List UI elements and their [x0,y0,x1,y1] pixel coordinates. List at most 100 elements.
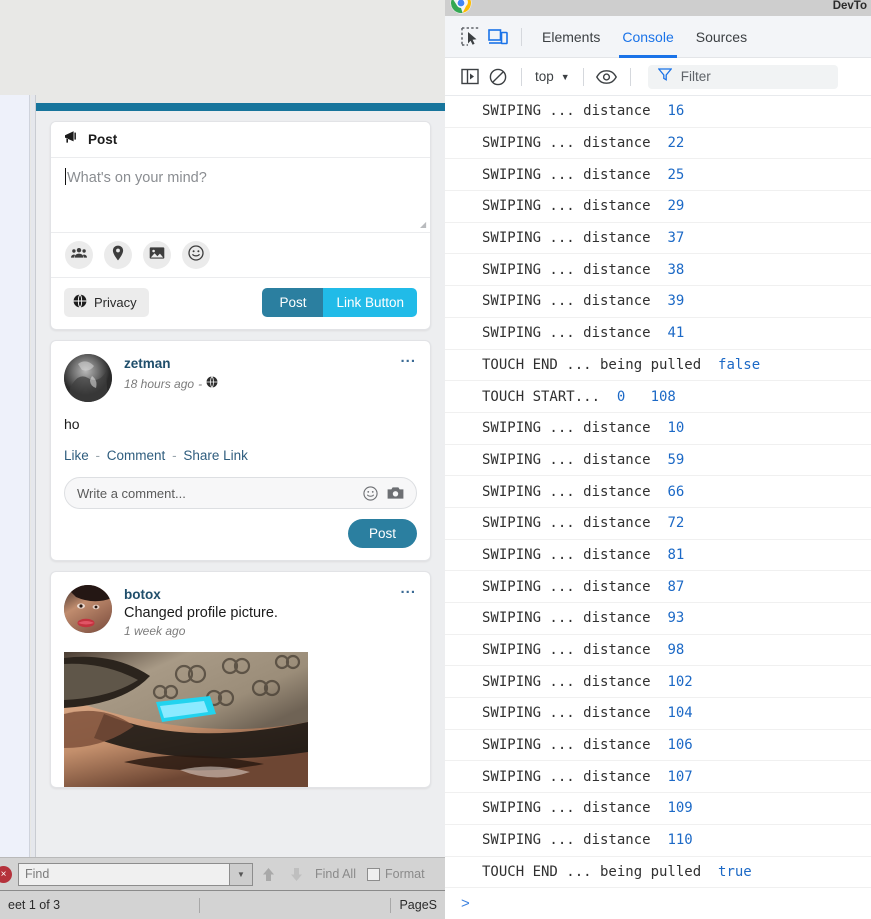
console-log-message: SWIPING ... distance [482,610,668,627]
console-log-row[interactable]: SWIPING ... distance 38 [445,254,871,287]
console-log-row[interactable]: SWIPING ... distance 104 [445,698,871,730]
emoji-icon[interactable] [363,485,378,501]
devtools-tabstrip: Elements Console Sources [445,16,871,58]
post-header: zetman 18 hours ago - ... [51,341,430,402]
comment-link[interactable]: Comment [107,448,166,463]
console-log-row[interactable]: SWIPING ... distance 87 [445,571,871,603]
avatar[interactable] [64,585,112,633]
textarea-resize-handle[interactable]: ◢ [420,221,426,229]
filter-input[interactable]: Filter [647,64,838,89]
console-log-row[interactable]: SWIPING ... distance 41 [445,318,871,350]
post-author-link[interactable]: zetman [124,356,171,371]
find-placeholder: Find [25,867,50,881]
console-log-row[interactable]: SWIPING ... distance 81 [445,540,871,572]
console-log-row[interactable]: SWIPING ... distance 29 [445,191,871,223]
avatar[interactable] [64,354,112,402]
comment-post-button[interactable]: Post [347,519,417,548]
tab-console[interactable]: Console [611,16,684,58]
console-log-row[interactable]: SWIPING ... distance 93 [445,603,871,635]
console-log-value: 37 [667,230,685,247]
find-input[interactable]: Find [18,862,230,886]
composer-textarea[interactable]: What's on your mind? ◢ [51,158,430,232]
emoji-icon-button[interactable] [182,241,210,269]
console-log-value: false [718,356,761,373]
console-log-value: 25 [667,166,685,183]
inspect-element-icon[interactable] [456,23,484,51]
console-log-value: 38 [667,261,685,278]
post-time: 1 week ago [124,624,186,638]
console-log-row[interactable]: SWIPING ... distance 25 [445,159,871,192]
arrow-up-icon[interactable] [255,862,281,887]
console-log-row[interactable]: TOUCH END ... being pulled true [445,857,871,889]
console-log-row[interactable]: SWIPING ... distance 106 [445,730,871,762]
device-toolbar-icon[interactable] [484,23,512,51]
console-log-row[interactable]: SWIPING ... distance 22 [445,128,871,160]
console-log-row[interactable]: SWIPING ... distance 16 [445,96,871,128]
share-link[interactable]: Share Link [183,448,248,463]
text-caret [65,168,66,185]
console-log-row[interactable]: SWIPING ... distance 98 [445,635,871,667]
composer-title: Post [88,132,118,147]
console-log-row[interactable]: SWIPING ... distance 59 [445,445,871,477]
devtools-titlebar[interactable]: DevTo [445,0,871,16]
find-all-button[interactable]: Find All [315,867,356,881]
privacy-button[interactable]: Privacy [64,288,149,317]
console-log-message: SWIPING ... distance [482,166,668,183]
image-icon-button[interactable] [143,241,171,269]
post-menu-button[interactable]: ... [400,581,416,596]
console-log-message: SWIPING ... distance [482,198,668,215]
console-log-row[interactable]: SWIPING ... distance 102 [445,666,871,699]
console-log-value: true [718,863,752,880]
post-author-link[interactable]: botox [124,587,161,602]
console-log-row[interactable]: SWIPING ... distance 66 [445,476,871,508]
execution-context-label: top [535,69,554,84]
post-time-separator: - [198,376,203,391]
composer-footer: Privacy Post Link Button [51,278,430,329]
console-log-value: 106 [667,737,693,754]
post-card: botox Changed profile picture. 1 week ag… [50,571,431,788]
console-log-row[interactable]: SWIPING ... distance 110 [445,825,871,857]
execution-context-dropdown[interactable]: top ▼ [531,69,574,84]
console-log-list[interactable]: SWIPING ... distance 16 SWIPING ... dista… [445,96,871,919]
console-log-row[interactable]: SWIPING ... distance 39 [445,286,871,318]
arrow-down-icon[interactable] [283,862,309,887]
location-pin-icon-button[interactable] [104,241,132,269]
link-button[interactable]: Link Button [323,288,417,317]
composer-placeholder: What's on your mind? [67,170,207,186]
globe-icon [73,294,87,311]
post-card: zetman 18 hours ago - ... ho Like - Comm… [50,340,431,561]
console-sidebar-icon[interactable] [456,63,484,91]
console-log-row[interactable]: SWIPING ... distance 37 [445,223,871,255]
console-log-message: SWIPING ... distance [482,705,668,722]
people-icon-button[interactable] [65,241,93,269]
filter-icon [657,67,673,86]
live-expression-eye-icon[interactable] [593,63,621,91]
post-meta: botox Changed profile picture. 1 week ag… [124,585,278,638]
console-log-message: SWIPING ... distance [482,325,668,342]
post-menu-button[interactable]: ... [400,350,416,365]
console-log-message: SWIPING ... distance [482,515,668,532]
post-button[interactable]: Post [262,288,324,317]
console-log-message: SWIPING ... distance [482,261,668,278]
format-checkbox[interactable] [367,867,380,881]
camera-icon[interactable] [387,486,404,500]
feed-scroll-area[interactable]: Post What's on your mind? ◢ Privacy Post… [36,111,445,865]
clear-console-icon[interactable] [484,63,512,91]
close-icon[interactable]: × [0,865,12,883]
console-log-row[interactable]: SWIPING ... distance 109 [445,793,871,825]
console-log-message: SWIPING ... distance [482,293,668,310]
tab-sources[interactable]: Sources [685,16,758,58]
console-log-message: TOUCH START... [482,388,617,405]
console-log-row[interactable]: SWIPING ... distance 10 [445,413,871,445]
console-log-message: SWIPING ... distance [482,642,668,659]
tab-elements[interactable]: Elements [531,16,611,58]
like-link[interactable]: Like [64,448,89,463]
chevron-down-icon[interactable]: ▼ [230,862,253,886]
console-log-row[interactable]: SWIPING ... distance 72 [445,508,871,540]
console-log-row[interactable]: TOUCH END ... being pulled false [445,350,871,382]
comment-input[interactable]: Write a comment... [64,477,417,509]
console-log-row[interactable]: SWIPING ... distance 107 [445,761,871,794]
console-prompt[interactable]: > [445,888,871,918]
post-photo[interactable] [64,652,308,787]
console-log-row[interactable]: TOUCH START... 0 108 [445,381,871,413]
